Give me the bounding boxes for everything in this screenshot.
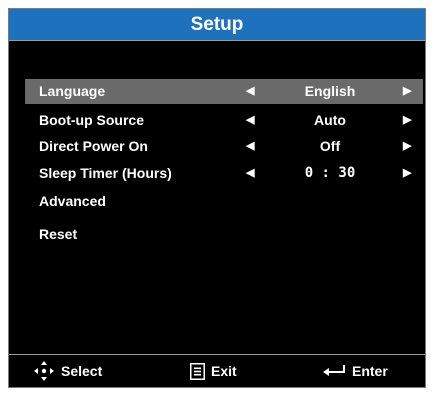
triangle-right-icon[interactable]: ▶ <box>403 134 411 159</box>
select-hint: Select <box>33 355 102 387</box>
triangle-left-icon[interactable]: ◀ <box>246 161 254 186</box>
footer-hints: Select Exit Enter <box>9 355 425 387</box>
enter-label: Enter <box>352 363 388 379</box>
menu-item-boot-up-source[interactable]: Boot-up Source ◀ Auto ▶ <box>25 108 423 133</box>
triangle-right-icon[interactable]: ▶ <box>403 108 411 133</box>
menu-item-value: 0 : 30 <box>304 165 356 181</box>
triangle-right-icon[interactable]: ▶ <box>403 79 411 104</box>
exit-label: Exit <box>211 363 237 379</box>
enter-hint: Enter <box>322 355 388 387</box>
menu-item-label: Direct Power On <box>39 138 148 154</box>
menu-item-value: English <box>304 83 356 99</box>
page-title: Setup <box>9 9 425 40</box>
menu-item-value: Auto <box>314 112 346 128</box>
menu-item-label: Reset <box>39 226 78 242</box>
menu-item-advanced[interactable]: Advanced <box>25 189 423 214</box>
four-way-arrow-icon <box>33 360 55 382</box>
menu-button-icon <box>190 362 205 380</box>
menu-item-language[interactable]: Language ◀ English ▶ <box>25 79 423 104</box>
triangle-right-icon[interactable]: ▶ <box>403 161 411 186</box>
menu-item-sleep-timer[interactable]: Sleep Timer (Hours) ◀ 0 : 30 ▶ <box>25 161 423 186</box>
exit-hint: Exit <box>190 355 237 387</box>
triangle-left-icon[interactable]: ◀ <box>246 134 254 159</box>
select-label: Select <box>61 363 103 379</box>
return-arrow-icon <box>322 364 346 378</box>
setup-osd-window: Setup Language ◀ English ▶ Boot-up Sourc… <box>8 8 426 388</box>
menu-item-direct-power-on[interactable]: Direct Power On ◀ Off ▶ <box>25 134 423 159</box>
menu-item-label: Language <box>39 83 106 99</box>
menu-item-label: Advanced <box>39 193 106 209</box>
menu-item-reset[interactable]: Reset <box>25 222 423 247</box>
menu-item-label: Sleep Timer (Hours) <box>39 165 172 181</box>
triangle-left-icon[interactable]: ◀ <box>246 108 254 133</box>
menu-item-label: Boot-up Source <box>39 112 144 128</box>
triangle-left-icon[interactable]: ◀ <box>246 79 254 104</box>
menu-item-value: Off <box>319 138 341 154</box>
title-divider <box>9 40 425 41</box>
